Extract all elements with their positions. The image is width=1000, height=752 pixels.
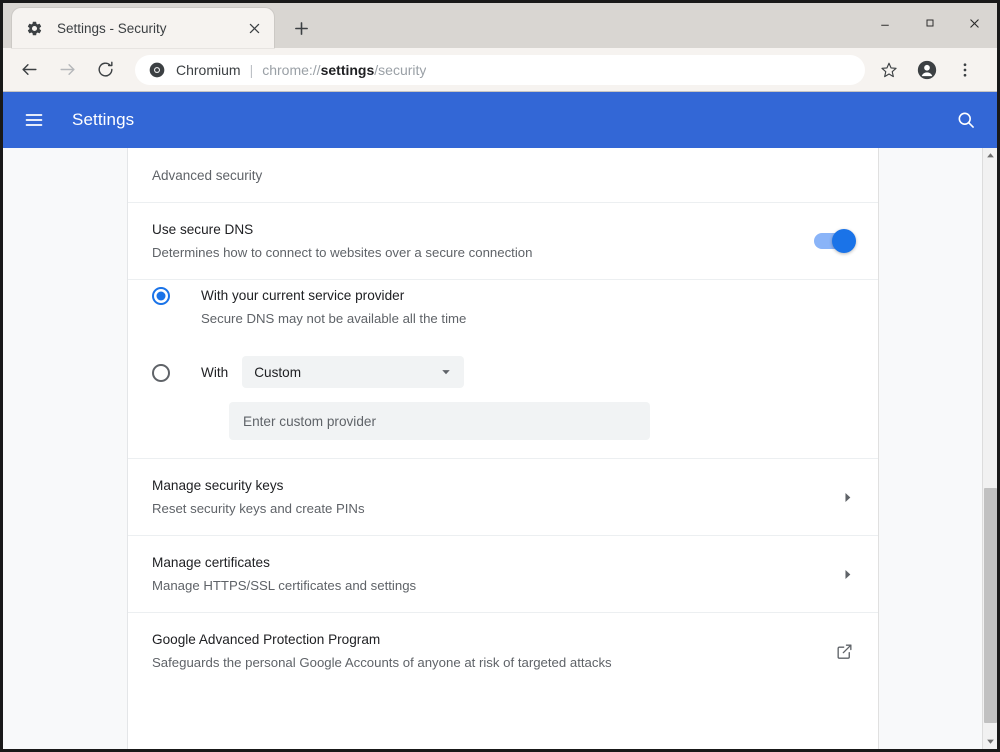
address-bar[interactable]: Chromium | chrome://settings/security <box>135 55 865 85</box>
three-dot-menu-icon[interactable] <box>949 54 981 86</box>
dns-provider-select[interactable]: Custom <box>242 356 464 388</box>
account-avatar-icon[interactable] <box>911 54 943 86</box>
row-manage-security-keys[interactable]: Manage security keys Reset security keys… <box>128 459 878 536</box>
secure-dns-options: With your current service provider Secur… <box>128 280 878 459</box>
row-google-advanced-protection-program[interactable]: Google Advanced Protection Program Safeg… <box>128 613 878 689</box>
url-suffix: /security <box>374 62 426 78</box>
close-button[interactable] <box>952 3 997 43</box>
with-label: With <box>201 365 228 380</box>
gear-icon <box>26 20 43 37</box>
advanced-security-card: Advanced security Use secure DNS Determi… <box>128 148 879 749</box>
radio-label: With your current service provider <box>201 286 466 306</box>
radio-sublabel: Secure DNS may not be available all the … <box>201 309 466 329</box>
chevron-right-icon[interactable] <box>841 568 854 581</box>
browser-tab-settings-security[interactable]: Settings - Security <box>12 8 274 48</box>
scrollbar-track[interactable] <box>983 163 998 734</box>
window-controls <box>862 3 997 43</box>
toolbar-right-icons <box>873 54 987 86</box>
row-subtitle: Manage HTTPS/SSL certificates and settin… <box>152 575 825 596</box>
row-manage-certificates[interactable]: Manage certificates Manage HTTPS/SSL cer… <box>128 536 878 613</box>
chevron-down-icon <box>440 366 452 378</box>
row-text: Google Advanced Protection Program Safeg… <box>152 629 819 673</box>
hamburger-menu-icon[interactable] <box>21 107 47 133</box>
settings-page: Settings Advanced security Use secure DN… <box>3 92 997 749</box>
forward-arrow-icon <box>51 54 83 86</box>
radio-body: With your current service provider Secur… <box>201 286 466 329</box>
section-header-advanced-security: Advanced security <box>128 148 878 203</box>
browser-toolbar: Chromium | chrome://settings/security <box>3 48 997 92</box>
radio-option-current-provider[interactable]: With your current service provider Secur… <box>152 280 854 329</box>
scrollbar-thumb[interactable] <box>984 488 997 722</box>
radio-option-custom-provider[interactable]: With Custom <box>152 356 854 388</box>
row-title: Manage security keys <box>152 475 825 496</box>
tab-strip: Settings - Security <box>3 3 997 48</box>
secure-dns-toggle[interactable] <box>814 233 854 249</box>
close-tab-icon[interactable] <box>243 17 265 39</box>
row-subtitle: Safeguards the personal Google Accounts … <box>152 652 819 673</box>
row-subtitle: Reset security keys and create PINs <box>152 498 825 519</box>
toggle-knob <box>832 229 856 253</box>
scroll-up-arrow-icon[interactable] <box>983 148 998 163</box>
minimize-button[interactable] <box>862 3 907 43</box>
url-prefix: chrome:// <box>262 62 320 78</box>
reload-icon[interactable] <box>89 54 121 86</box>
row-text: Manage certificates Manage HTTPS/SSL cer… <box>152 552 825 596</box>
right-gutter <box>879 148 997 749</box>
omnibox-brand: Chromium <box>176 62 241 78</box>
external-link-icon[interactable] <box>835 642 854 661</box>
row-title: Use secure DNS <box>152 219 798 240</box>
radio-button-custom-provider[interactable] <box>152 364 170 382</box>
left-gutter <box>3 148 128 749</box>
radio-button-current-provider[interactable] <box>152 287 170 305</box>
custom-provider-input[interactable]: Enter custom provider <box>229 402 650 440</box>
row-text: Manage security keys Reset security keys… <box>152 475 825 519</box>
row-use-secure-dns[interactable]: Use secure DNS Determines how to connect… <box>128 203 878 280</box>
url-bold: settings <box>321 62 375 78</box>
custom-provider-placeholder: Enter custom provider <box>243 414 376 429</box>
settings-app-bar: Settings <box>3 92 997 148</box>
row-action <box>814 233 854 249</box>
row-subtitle: Determines how to connect to websites ov… <box>152 242 798 263</box>
settings-body: Advanced security Use secure DNS Determi… <box>3 148 997 749</box>
star-icon[interactable] <box>873 54 905 86</box>
browser-window: Settings - Security <box>0 0 1000 752</box>
chromium-logo-icon <box>149 62 165 78</box>
chevron-right-icon[interactable] <box>841 491 854 504</box>
dns-provider-select-value: Custom <box>254 365 301 380</box>
back-arrow-icon[interactable] <box>13 54 45 86</box>
row-title: Google Advanced Protection Program <box>152 629 819 650</box>
page-scrollbar[interactable] <box>982 148 997 749</box>
search-icon[interactable] <box>953 107 979 133</box>
new-tab-button[interactable] <box>286 13 316 43</box>
tab-title: Settings - Security <box>57 21 243 36</box>
page-title: Settings <box>72 110 134 130</box>
row-title: Manage certificates <box>152 552 825 573</box>
maximize-button[interactable] <box>907 3 952 43</box>
omnibox-url: chrome://settings/security <box>262 62 426 78</box>
omnibox-separator: | <box>250 62 254 78</box>
row-text: Use secure DNS Determines how to connect… <box>152 219 798 263</box>
scroll-down-arrow-icon[interactable] <box>983 734 998 749</box>
